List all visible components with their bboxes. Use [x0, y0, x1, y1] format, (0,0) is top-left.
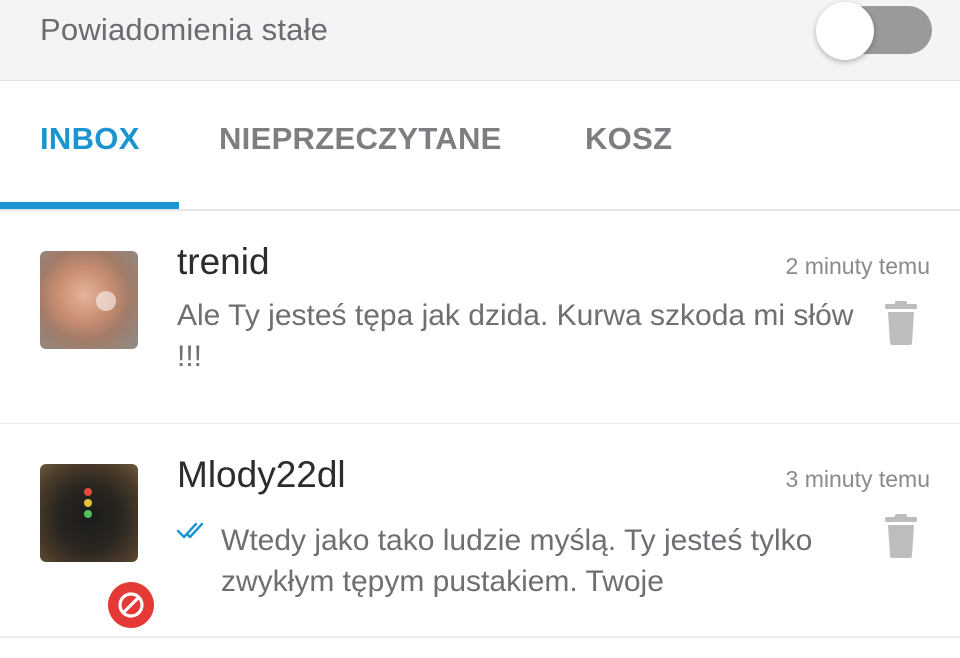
message-list-item[interactable]: Mlody22dl 3 minuty temu Wtedy jako tako … — [0, 424, 960, 638]
persistent-notifications-toggle[interactable] — [816, 2, 936, 60]
messages-screen: Powiadomienia stałe INBOX NIEPRZECZYTANE… — [0, 0, 960, 658]
trash-icon[interactable] — [884, 514, 918, 558]
persistent-notifications-label: Powiadomienia stałe — [40, 12, 329, 47]
block-icon — [108, 582, 154, 628]
avatar[interactable] — [40, 464, 138, 562]
mailbox-tabs: INBOX NIEPRZECZYTANE KOSZ — [0, 81, 960, 211]
trash-icon[interactable] — [884, 301, 918, 345]
tab-inbox[interactable]: INBOX — [40, 121, 140, 157]
message-list-item[interactable]: trenid 2 minuty temu Ale Ty jesteś tępa … — [0, 211, 960, 425]
toggle-knob — [816, 2, 874, 60]
message-time: 3 minuty temu — [785, 466, 930, 492]
message-sender: trenid — [177, 241, 270, 282]
message-snippet: Wtedy jako tako ludzie myślą. Ty jesteś … — [221, 524, 813, 598]
avatar[interactable] — [40, 251, 138, 349]
tab-unread[interactable]: NIEPRZECZYTANE — [219, 121, 502, 157]
message-sender: Mlody22dl — [177, 454, 346, 495]
double-check-icon — [176, 520, 212, 547]
tab-trash[interactable]: KOSZ — [585, 121, 672, 157]
avatar-photo-detail — [96, 291, 116, 311]
avatar-photo-detail — [83, 488, 93, 518]
active-tab-indicator — [0, 202, 179, 209]
message-snippet: Ale Ty jesteś tępa jak dzida. Kurwa szko… — [177, 299, 854, 373]
message-time: 2 minuty temu — [785, 253, 930, 279]
persistent-notifications-row[interactable]: Powiadomienia stałe — [0, 0, 960, 81]
